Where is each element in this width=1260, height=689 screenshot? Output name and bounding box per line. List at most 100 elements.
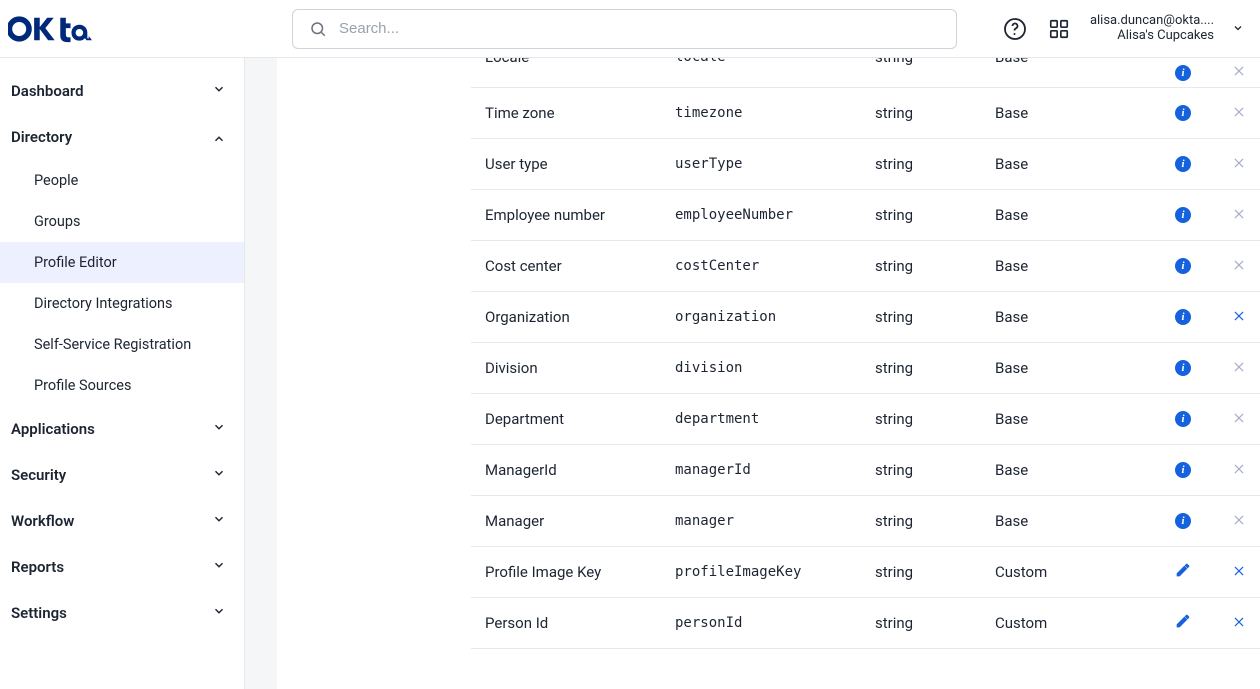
attr-variable-name: department	[675, 411, 875, 427]
attr-variable-name: managerId	[675, 462, 875, 478]
sidebar-subitem-people[interactable]: People	[0, 160, 244, 201]
attr-source: Base	[995, 512, 1155, 530]
info-icon[interactable]: i	[1175, 65, 1191, 81]
info-icon[interactable]: i	[1175, 360, 1191, 376]
attr-variable-name: timezone	[675, 105, 875, 121]
remove-icon	[1232, 63, 1246, 82]
remove-icon	[1232, 512, 1246, 531]
attr-type: string	[875, 512, 995, 530]
remove-icon[interactable]	[1232, 563, 1246, 582]
remove-icon	[1232, 257, 1246, 276]
info-icon[interactable]: i	[1175, 156, 1191, 172]
sidebar-item-security[interactable]: Security	[0, 452, 244, 498]
attr-display-name: Manager	[485, 512, 675, 530]
attr-variable-name: profileImageKey	[675, 564, 875, 580]
info-icon[interactable]: i	[1175, 462, 1191, 478]
sidebar-item-workflow[interactable]: Workflow	[0, 498, 244, 544]
attr-variable-name: employeeNumber	[675, 207, 875, 223]
attr-display-name: User type	[485, 155, 675, 173]
app-header: alisa.duncan@okta.... Alisa's Cupcakes	[0, 0, 1260, 58]
table-row: LocalelocalestringBasei	[471, 58, 1260, 88]
sidebar-item-reports[interactable]: Reports	[0, 544, 244, 590]
attr-display-name: Cost center	[485, 257, 675, 275]
attr-source: Base	[995, 308, 1155, 326]
table-row: ManagermanagerstringBase i	[471, 496, 1260, 547]
attr-variable-name: organization	[675, 309, 875, 325]
attr-variable-name: division	[675, 360, 875, 376]
attr-variable-name: userType	[675, 156, 875, 172]
chevron-down-icon[interactable]	[1232, 19, 1244, 38]
attr-source: Base	[995, 410, 1155, 428]
info-icon[interactable]: i	[1175, 105, 1191, 121]
sidebar-item-applications[interactable]: Applications	[0, 406, 244, 452]
attr-source: Base	[995, 257, 1155, 275]
table-row: Employee numberemployeeNumberstringBasei	[471, 190, 1260, 241]
sidebar-subitem-profile-sources[interactable]: Profile Sources	[0, 365, 244, 406]
info-icon[interactable]: i	[1175, 309, 1191, 325]
attr-source: Base	[995, 104, 1155, 122]
table-row: ManagerIdmanagerIdstringBasei	[471, 445, 1260, 496]
remove-icon	[1232, 155, 1246, 174]
attr-type: string	[875, 257, 995, 275]
attr-variable-name: locale	[675, 58, 875, 65]
attr-display-name: Profile Image Key	[485, 563, 675, 581]
sidebar-subitem-groups[interactable]: Groups	[0, 201, 244, 242]
remove-icon[interactable]	[1232, 308, 1246, 327]
help-icon[interactable]	[1002, 16, 1028, 42]
attr-source: Base	[995, 58, 1155, 66]
chevron-down-icon	[212, 466, 226, 484]
attr-variable-name: manager	[675, 513, 875, 529]
attr-display-name: Organization	[485, 308, 675, 326]
sidebar-subitem-profile-editor[interactable]: Profile Editor	[0, 242, 244, 283]
edit-icon[interactable]	[1175, 562, 1191, 582]
apps-grid-icon[interactable]	[1046, 16, 1072, 42]
attr-type: string	[875, 206, 995, 224]
attributes-table: LocalelocalestringBaseiTime zonetimezone…	[471, 58, 1260, 689]
attr-display-name: Time zone	[485, 104, 675, 122]
table-row: Person IdpersonIdstringCustom	[471, 598, 1260, 649]
table-row: DivisiondivisionstringBasei	[471, 343, 1260, 394]
chevron-down-icon	[212, 128, 226, 146]
attr-type: string	[875, 155, 995, 173]
profile-org: Alisa's Cupcakes	[1117, 29, 1214, 44]
attr-type: string	[875, 563, 995, 581]
attr-type: string	[875, 461, 995, 479]
search-icon	[305, 16, 331, 42]
attr-display-name: Department	[485, 410, 675, 428]
info-icon[interactable]: i	[1175, 513, 1191, 529]
remove-icon	[1232, 461, 1246, 480]
attr-display-name: ManagerId	[485, 461, 675, 479]
attr-display-name: Employee number	[485, 206, 675, 224]
attr-source: Custom	[995, 563, 1155, 581]
sidebar-item-dashboard[interactable]: Dashboard	[0, 68, 244, 114]
attr-variable-name: personId	[675, 615, 875, 631]
remove-icon	[1232, 410, 1246, 429]
info-icon[interactable]: i	[1175, 258, 1191, 274]
chevron-down-icon	[212, 512, 226, 530]
attr-source: Custom	[995, 614, 1155, 632]
attr-type: string	[875, 614, 995, 632]
search-input[interactable]	[339, 20, 944, 37]
profile-menu[interactable]: alisa.duncan@okta.... Alisa's Cupcakes	[1090, 14, 1214, 44]
info-icon[interactable]: i	[1175, 207, 1191, 223]
sidebar-item-settings[interactable]: Settings	[0, 590, 244, 636]
attr-type: string	[875, 308, 995, 326]
edit-icon[interactable]	[1175, 613, 1191, 633]
attr-type: string	[875, 58, 995, 66]
sidebar-nav: Dashboard Directory PeopleGroupsProfile Ed…	[0, 58, 245, 689]
okta-logo[interactable]	[8, 15, 92, 43]
sidebar-item-label: Directory	[11, 128, 72, 146]
sidebar-subitem-directory-integrations[interactable]: Directory Integrations	[0, 283, 244, 324]
sidebar-item-label: Applications	[11, 420, 95, 438]
sidebar-item-label: Settings	[11, 604, 67, 622]
global-search[interactable]	[292, 9, 957, 49]
remove-icon	[1232, 359, 1246, 378]
sidebar-subitem-self-service-registration[interactable]: Self-Service Registration	[0, 324, 244, 365]
sidebar-item-directory[interactable]: Directory	[0, 114, 244, 160]
chevron-down-icon	[212, 558, 226, 576]
sidebar-item-label: Reports	[11, 558, 64, 576]
remove-icon[interactable]	[1232, 614, 1246, 633]
info-icon[interactable]: i	[1175, 411, 1191, 427]
content-area: LocalelocalestringBaseiTime zonetimezone…	[245, 58, 1260, 689]
attr-source: Base	[995, 359, 1155, 377]
